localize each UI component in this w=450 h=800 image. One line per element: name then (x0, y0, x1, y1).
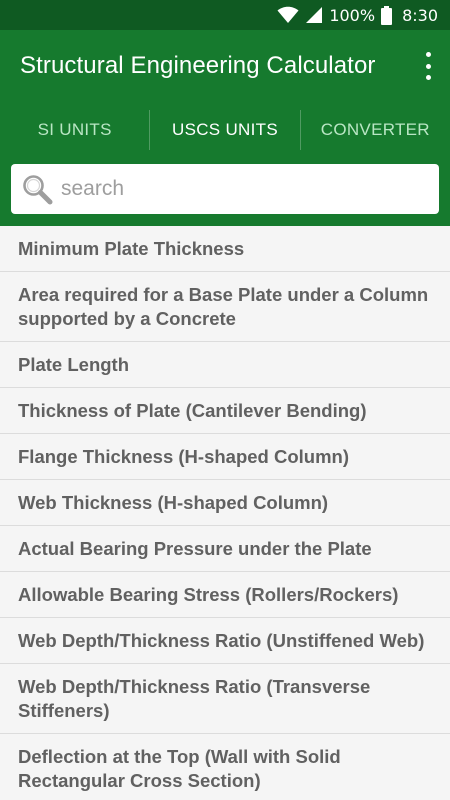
formula-list: Minimum Plate Thickness Area required fo… (0, 226, 450, 800)
battery-percentage: 100% (329, 5, 376, 25)
list-item[interactable]: Thickness of Plate (Cantilever Bending) (0, 388, 450, 434)
search-box[interactable] (11, 164, 439, 214)
list-item[interactable]: Web Depth/Thickness Ratio (Unstiffened W… (0, 618, 450, 664)
clock: 8:30 (402, 5, 438, 25)
battery-icon (381, 5, 393, 25)
list-item[interactable]: Actual Bearing Pressure under the Plate (0, 526, 450, 572)
list-item[interactable]: Allowable Bearing Stress (Rollers/Rocker… (0, 572, 450, 618)
tab-bar: SI UNITS USCS UNITS CONVERTER (0, 102, 450, 158)
search-icon[interactable] (21, 173, 53, 205)
search-input[interactable] (61, 177, 439, 201)
search-bar (0, 158, 450, 226)
status-bar: 100% 8:30 (0, 0, 450, 30)
tab-converter[interactable]: CONVERTER (301, 102, 450, 158)
list-item[interactable]: Web Depth/Thickness Ratio (Transverse St… (0, 664, 450, 734)
signal-icon (305, 6, 323, 24)
list-item[interactable]: Plate Length (0, 342, 450, 388)
list-item[interactable]: Flange Thickness (H-shaped Column) (0, 434, 450, 480)
list-item[interactable]: Deflection at the Top (Wall with Solid R… (0, 734, 450, 800)
list-item[interactable]: Web Thickness (H-shaped Column) (0, 480, 450, 526)
wifi-icon (277, 6, 299, 24)
list-item[interactable]: Minimum Plate Thickness (0, 226, 450, 272)
tab-si-units[interactable]: SI UNITS (0, 102, 149, 158)
app-title: Structural Engineering Calculator (20, 52, 376, 79)
tab-uscs-units[interactable]: USCS UNITS (150, 102, 299, 158)
app-bar: Structural Engineering Calculator (0, 30, 450, 102)
overflow-menu-icon[interactable] (420, 52, 436, 80)
list-item[interactable]: Area required for a Base Plate under a C… (0, 272, 450, 342)
